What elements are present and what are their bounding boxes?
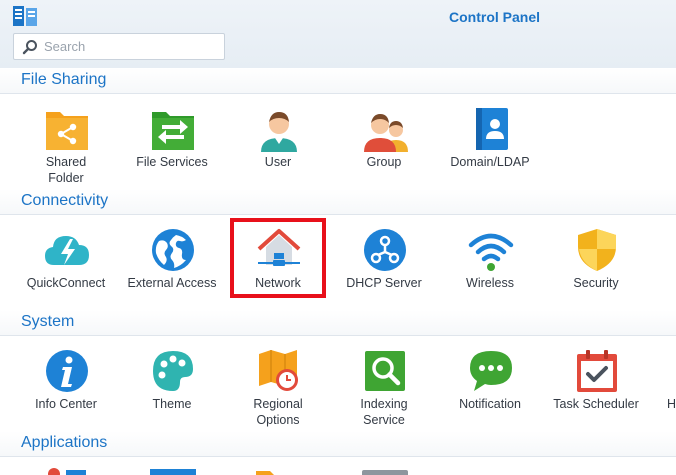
dhcp-server-icon <box>364 229 406 271</box>
tile-wireless[interactable]: Wireless <box>438 213 542 313</box>
control-panel-app-icon <box>13 6 37 26</box>
regional-options-icon <box>259 350 298 391</box>
task-scheduler-icon <box>577 350 617 392</box>
tile-label: Info Center <box>35 397 97 411</box>
domain-ldap-icon <box>476 108 508 150</box>
tile-label: DHCP Server <box>346 276 422 290</box>
tile-label: External Access <box>127 276 217 290</box>
tile-label: QuickConnect <box>26 276 106 290</box>
tile-group[interactable]: Group <box>332 92 436 192</box>
theme-icon <box>153 351 193 391</box>
security-icon <box>578 229 616 271</box>
title-bar: Control Panel <box>0 0 676 68</box>
tile-file-services[interactable]: File Services <box>120 92 224 192</box>
group-icon <box>364 114 408 152</box>
quickconnect-icon <box>45 236 89 265</box>
applications-row-partial <box>0 458 676 475</box>
tile-security[interactable]: Security <box>544 213 648 313</box>
tile-task-scheduler[interactable]: Task Scheduler <box>544 334 648 434</box>
tile-user[interactable]: User <box>226 92 330 192</box>
search-icon <box>22 40 37 55</box>
tile-indexing-service[interactable]: Indexing Service <box>332 334 436 434</box>
tile-label: Indexing Service <box>360 397 408 427</box>
tile-external-access[interactable]: External Access <box>120 213 224 313</box>
section-title: Applications <box>21 434 108 451</box>
tile-label: Shared Folder <box>45 155 87 185</box>
app-icon-partial-2[interactable] <box>150 469 196 475</box>
indexing-service-icon <box>365 351 405 391</box>
section-title: System <box>21 313 75 330</box>
app-icon-partial-4[interactable] <box>362 470 408 475</box>
tile-truncated-item[interactable]: H <box>650 334 676 434</box>
tile-label: Wireless <box>466 276 514 290</box>
network-icon <box>257 229 301 266</box>
tile-dhcp-server[interactable]: DHCP Server <box>332 213 436 313</box>
wireless-icon <box>468 233 514 271</box>
info-center-icon <box>46 350 88 392</box>
tile-label: File Services <box>136 155 208 169</box>
tile-label: Network <box>255 276 301 290</box>
app-icon-partial-1[interactable] <box>44 468 90 475</box>
shared-folder-icon <box>46 112 88 150</box>
tile-domain-ldap[interactable]: Domain/LDAP <box>438 92 542 192</box>
tile-label: User <box>264 155 292 169</box>
tile-label: Notification <box>459 397 521 411</box>
external-access-icon <box>152 229 194 271</box>
section-header-file-sharing: File Sharing <box>0 68 676 94</box>
section-header-system: System <box>0 310 676 336</box>
user-icon <box>261 112 297 152</box>
notification-icon <box>470 351 512 391</box>
tile-theme[interactable]: Theme <box>120 334 224 434</box>
window-title: Control Panel <box>449 9 541 25</box>
tile-label: Domain/LDAP <box>450 155 530 169</box>
file-services-icon <box>152 112 194 150</box>
tile-notification[interactable]: Notification <box>438 334 542 434</box>
section-header-applications: Applications <box>0 431 676 457</box>
tile-regional-options[interactable]: Regional Options <box>226 334 330 434</box>
tile-label: H <box>667 397 676 411</box>
tile-label: Security <box>573 276 619 290</box>
section-title: Connectivity <box>21 192 109 209</box>
tile-label: Theme <box>152 397 192 411</box>
search-input[interactable] <box>44 37 220 56</box>
tile-label: Regional Options <box>253 397 303 427</box>
tile-network[interactable]: Network <box>226 213 330 313</box>
tile-quickconnect[interactable]: QuickConnect <box>14 213 118 313</box>
search-box[interactable] <box>13 33 225 60</box>
tile-info-center[interactable]: Info Center <box>14 334 118 434</box>
app-icon-partial-3[interactable] <box>256 469 302 475</box>
tile-label: Task Scheduler <box>553 397 639 411</box>
tile-shared-folder[interactable]: Shared Folder <box>14 92 118 192</box>
section-header-connectivity: Connectivity <box>0 189 676 215</box>
section-title: File Sharing <box>21 71 107 88</box>
tile-label: Group <box>366 155 402 169</box>
